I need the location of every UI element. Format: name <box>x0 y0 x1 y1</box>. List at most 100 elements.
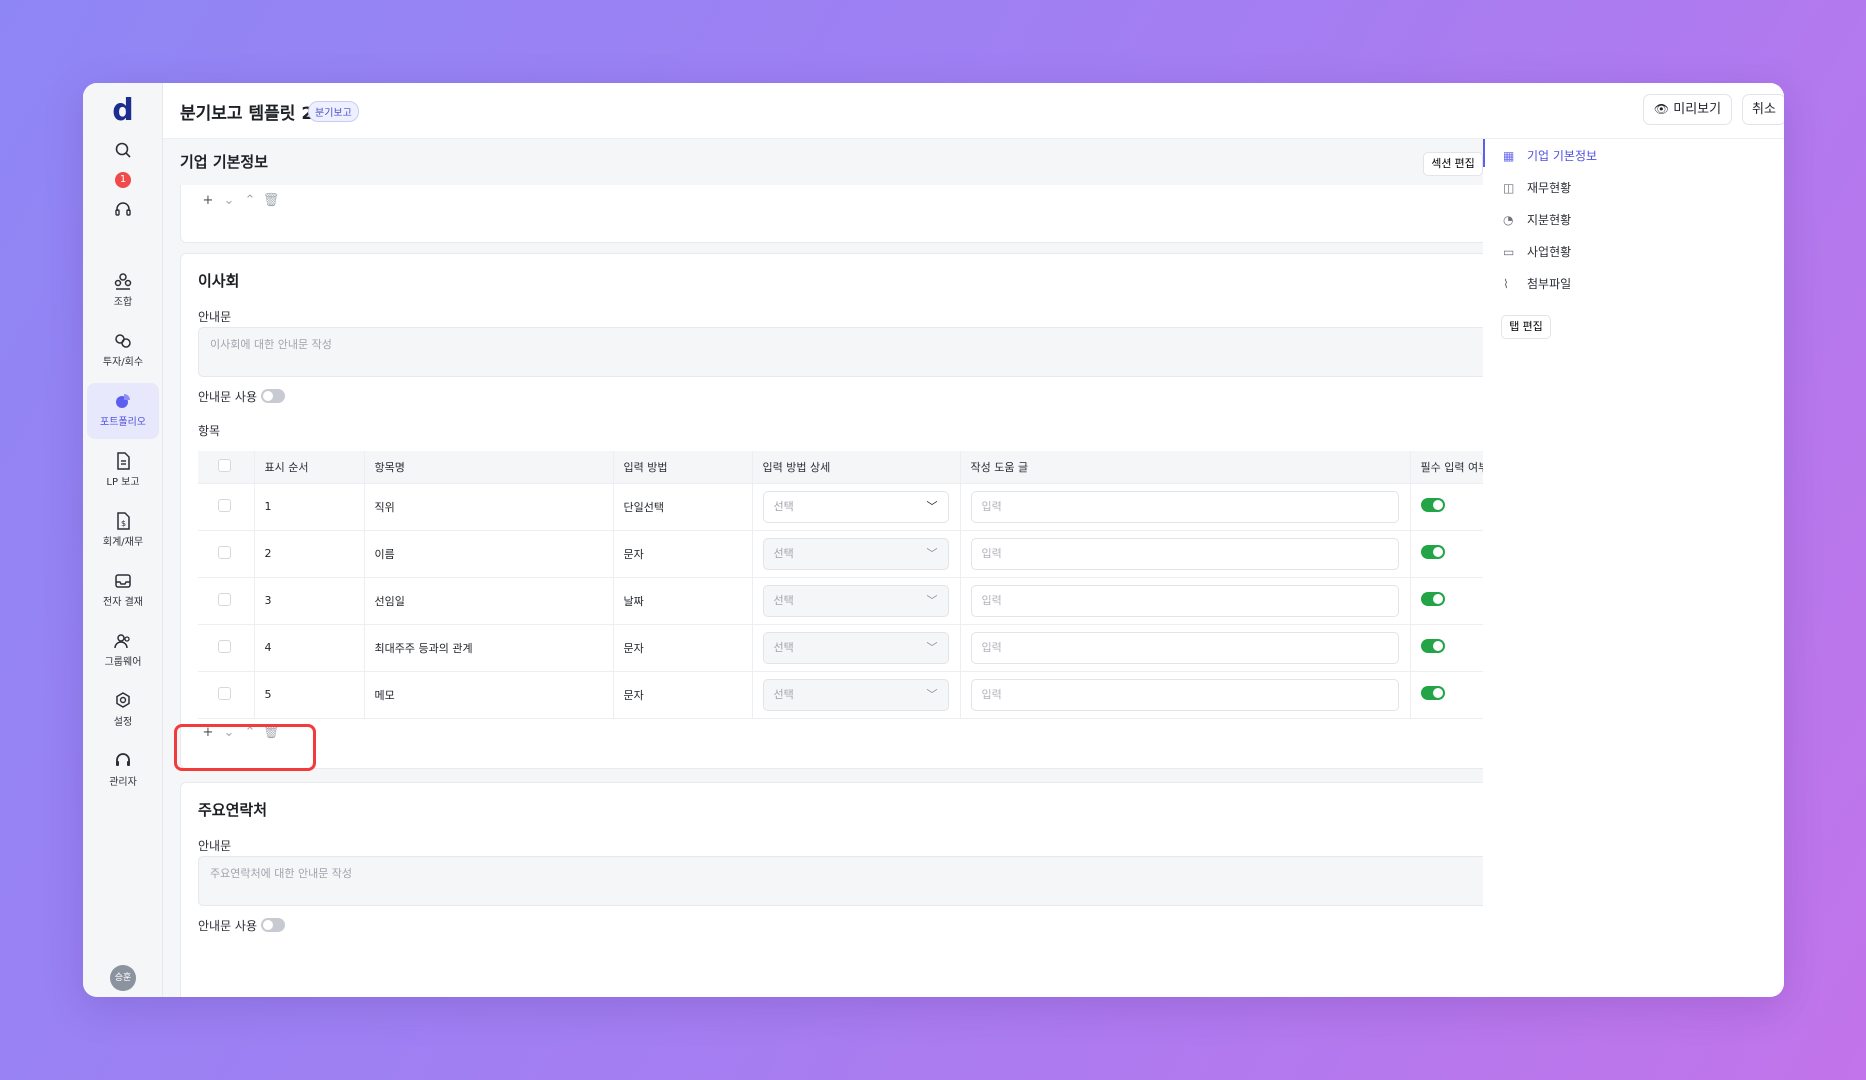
row-detail-cell: 선택 ﹀ <box>752 577 961 625</box>
row-checkbox[interactable] <box>218 545 231 559</box>
help-input[interactable]: 입력 <box>970 584 1399 617</box>
eye-icon: 👁 <box>1653 102 1670 116</box>
required-toggle[interactable] <box>1420 545 1445 559</box>
row-help-cell: 입력 <box>960 624 1411 672</box>
row-method: 문자 <box>613 530 753 578</box>
nav-item-accounting[interactable]: $ 회계/재무 <box>87 503 159 559</box>
move-down-icon[interactable]: ⌄ <box>219 191 239 211</box>
template-type-badge: 분기보고 <box>308 101 359 122</box>
nav-label: LP 보고 <box>106 477 140 488</box>
method-detail-select[interactable]: 선택 ﹀ <box>762 490 949 523</box>
row-checkbox[interactable] <box>218 498 231 512</box>
section-link-label: 재무현황 <box>1527 181 1572 195</box>
section-link-label: 기업 기본정보 <box>1527 149 1598 163</box>
chevron-down-icon: ﹀ <box>926 593 938 607</box>
row-detail-cell: 선택 ﹀ <box>752 483 961 531</box>
method-detail-select[interactable]: 선택 ﹀ <box>762 537 949 570</box>
row-select-cell <box>198 624 255 672</box>
board-guide-textarea[interactable]: 이사회에 대한 안내문 작성 <box>198 327 1483 377</box>
nav-item-union[interactable]: 조합 <box>87 263 159 319</box>
row-checkbox[interactable] <box>218 686 231 700</box>
search-icon[interactable] <box>83 141 163 164</box>
app-logo[interactable]: d <box>83 93 163 128</box>
section-edit-button[interactable]: 섹션 편집 <box>1423 152 1483 176</box>
pie-chart-icon: ◔ <box>1503 213 1514 227</box>
preview-label: 미리보기 <box>1673 102 1722 117</box>
required-toggle[interactable] <box>1420 592 1445 606</box>
help-input[interactable]: 입력 <box>970 490 1399 523</box>
building-icon: ▦ <box>1503 149 1515 163</box>
required-toggle[interactable] <box>1420 639 1445 653</box>
help-input[interactable]: 입력 <box>970 631 1399 664</box>
row-checkbox[interactable] <box>218 639 231 653</box>
row-select-cell <box>198 577 255 625</box>
nav-label: 회계/재무 <box>102 537 144 548</box>
required-toggle[interactable] <box>1420 498 1445 512</box>
guide-use-toggle[interactable] <box>261 389 285 403</box>
section-header: 기업 기본정보 섹션 편집 <box>163 139 1483 185</box>
row-select-cell <box>198 483 255 531</box>
preview-button[interactable]: 👁 미리보기 <box>1643 94 1732 125</box>
row-required-cell <box>1410 624 1483 672</box>
select-all-cell <box>198 451 255 484</box>
svg-text:$: $ <box>121 519 126 528</box>
nav-item-investment[interactable]: 투자/회수 <box>87 323 159 379</box>
guide-label: 안내문 <box>198 310 232 324</box>
select-all-checkbox[interactable] <box>218 458 231 472</box>
section-link-basic-info[interactable]: ▦ 기업 기본정보 <box>1503 147 1597 167</box>
help-input[interactable]: 입력 <box>970 678 1399 711</box>
app-window: d 1 조합 투자/회수 포트폴리오 LP 보고 $ 회계/재무 전자 결재 그… <box>83 83 1784 997</box>
section-link-label: 사업현황 <box>1527 245 1572 259</box>
chevron-down-icon: ﹀ <box>926 546 938 560</box>
guide-label: 안내문 <box>198 839 232 853</box>
row-help-cell: 입력 <box>960 530 1411 578</box>
nav-label: 투자/회수 <box>102 357 144 368</box>
section-link-finance[interactable]: ◫ 재무현황 <box>1503 179 1571 199</box>
section-link-equity[interactable]: ◔ 지분현황 <box>1503 211 1571 231</box>
nav-item-approval[interactable]: 전자 결재 <box>87 563 159 619</box>
add-row-icon[interactable]: + <box>198 191 218 211</box>
row-detail-cell: 선택 ﹀ <box>752 530 961 578</box>
row-method: 문자 <box>613 624 753 672</box>
help-input[interactable]: 입력 <box>970 537 1399 570</box>
table-row: 4 최대주주 등과의 관계 문자 선택 ﹀ 입력 <box>198 624 1483 672</box>
col-help: 작성 도움 글 <box>960 451 1411 484</box>
tab-edit-button[interactable]: 탭 편집 <box>1501 315 1551 339</box>
nav-item-groupware[interactable]: 그룹웨어 <box>87 623 159 679</box>
gear-icon <box>116 692 130 708</box>
chevron-down-icon: ﹀ <box>926 499 938 513</box>
notification-badge[interactable]: 1 <box>115 172 131 188</box>
section-link-business[interactable]: ▭ 사업현황 <box>1503 243 1571 263</box>
page-title: 분기보고 템플릿 2 <box>180 104 314 124</box>
row-checkbox[interactable] <box>218 592 231 606</box>
contacts-guide-textarea[interactable]: 주요연락처에 대한 안내문 작성 <box>198 856 1483 906</box>
method-detail-select[interactable]: 선택 ﹀ <box>762 584 949 617</box>
move-up-icon[interactable]: ⌃ <box>240 191 260 211</box>
guide-use-toggle[interactable] <box>261 918 285 932</box>
row-required-cell <box>1410 530 1483 578</box>
nav-item-lp-report[interactable]: LP 보고 <box>87 443 159 499</box>
delete-icon[interactable]: 🗑 <box>261 191 281 211</box>
col-name: 항목명 <box>364 451 614 484</box>
table-row: 3 선임일 날짜 선택 ﹀ 입력 <box>198 577 1483 625</box>
highlight-box <box>174 724 316 771</box>
money-icon: ◫ <box>1503 181 1515 195</box>
method-detail-select[interactable]: 선택 ﹀ <box>762 678 949 711</box>
select-value: 선택 <box>773 593 794 607</box>
col-method-detail: 입력 방법 상세 <box>752 451 961 484</box>
required-toggle[interactable] <box>1420 686 1445 700</box>
items-table: 표시 순서 항목명 입력 방법 입력 방법 상세 작성 도움 글 필수 입력 여… <box>198 451 1483 719</box>
nav-item-settings[interactable]: 설정 <box>87 683 159 739</box>
row-help-cell: 입력 <box>960 577 1411 625</box>
nav-item-admin[interactable]: 관리자 <box>87 743 159 799</box>
section-link-attachments[interactable]: ⌇ 첨부파일 <box>1503 275 1571 295</box>
avatar[interactable]: 승훈 <box>110 965 136 991</box>
method-detail-select[interactable]: 선택 ﹀ <box>762 631 949 664</box>
cancel-button[interactable]: 취소 <box>1742 94 1784 125</box>
support-headset-icon[interactable] <box>83 201 163 224</box>
select-value: 선택 <box>773 640 794 654</box>
nav-item-portfolio[interactable]: 포트폴리오 <box>87 383 159 439</box>
row-order: 5 <box>254 671 365 719</box>
row-name: 메모 <box>364 671 614 719</box>
col-method: 입력 방법 <box>613 451 753 484</box>
